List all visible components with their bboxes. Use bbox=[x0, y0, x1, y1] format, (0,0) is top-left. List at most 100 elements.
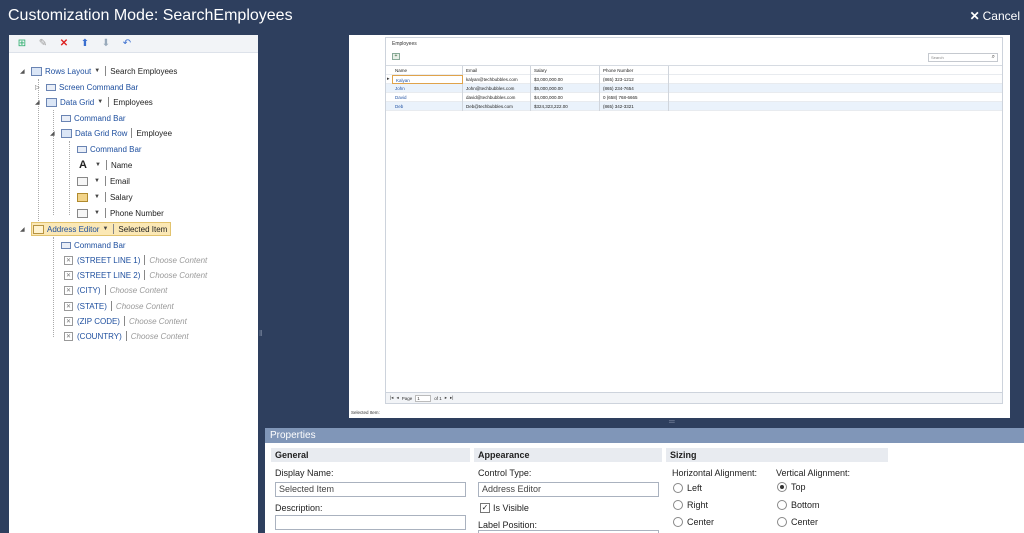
page-number-input[interactable]: 1 bbox=[415, 394, 432, 402]
rows-layout-icon bbox=[31, 66, 42, 76]
remove-icon[interactable]: ✕ bbox=[64, 270, 73, 280]
tree-node-street-line-2[interactable]: ✕ (STREET LINE 2) Choose Content bbox=[64, 268, 207, 282]
tree-node-city[interactable]: ✕ (CITY) Choose Content bbox=[64, 283, 167, 297]
move-up-icon[interactable]: ⬆ bbox=[79, 38, 91, 50]
chevron-down-icon[interactable]: ▼ bbox=[94, 210, 100, 216]
display-name-field[interactable]: Selected Item bbox=[275, 482, 466, 497]
column-header[interactable]: Phone Number bbox=[600, 66, 669, 75]
command-bar-icon bbox=[46, 83, 56, 91]
control-type-label[interactable]: Rows Layout bbox=[45, 67, 91, 76]
expand-caret[interactable]: ▷ bbox=[35, 84, 41, 91]
remove-icon[interactable]: ✕ bbox=[64, 301, 73, 311]
choose-content-link[interactable]: Choose Content bbox=[129, 317, 187, 326]
control-type-label[interactable]: Data Grid Row bbox=[75, 129, 127, 138]
tree-node-address-command-bar[interactable]: Command Bar bbox=[61, 238, 126, 252]
page-label: Page bbox=[401, 395, 413, 401]
appearance-title: Appearance bbox=[474, 448, 662, 462]
radio-right[interactable] bbox=[673, 500, 683, 510]
tree-line bbox=[69, 141, 70, 215]
employees-grid: Name Email Salary Phone Number ▸ Kalyan … bbox=[386, 65, 1002, 111]
cell-name[interactable]: David bbox=[392, 93, 463, 102]
collapse-caret[interactable]: ◢ bbox=[20, 226, 26, 233]
vertical-splitter-grip[interactable]: ‖ bbox=[259, 329, 262, 338]
chevron-down-icon[interactable]: ▼ bbox=[94, 178, 100, 184]
add-item-icon[interactable]: ⊞ bbox=[16, 38, 28, 50]
first-page-icon[interactable]: |◂ bbox=[390, 395, 393, 401]
tree-node-address-editor[interactable]: ◢ Address Editor ▼ Selected Item bbox=[20, 222, 172, 236]
delete-icon[interactable]: ✕ bbox=[58, 38, 70, 50]
chevron-down-icon[interactable]: ▼ bbox=[94, 68, 100, 74]
choose-content-link[interactable]: Choose Content bbox=[110, 286, 168, 295]
add-icon[interactable]: + bbox=[392, 53, 400, 60]
collapse-caret[interactable]: ◢ bbox=[35, 99, 41, 106]
description-field[interactable] bbox=[275, 515, 466, 530]
cell-salary: $5,000,000.00 bbox=[531, 84, 600, 93]
column-header[interactable]: Name bbox=[392, 66, 463, 75]
cell-email: John@techbubbles.com bbox=[463, 84, 531, 93]
collapse-caret[interactable]: ◢ bbox=[50, 130, 56, 137]
chevron-down-icon[interactable]: ▼ bbox=[95, 162, 101, 168]
cell-name[interactable]: John bbox=[392, 84, 463, 93]
cancel-button[interactable]: ✕ Cancel bbox=[970, 9, 1020, 23]
tree-node-state[interactable]: ✕ (STATE) Choose Content bbox=[64, 299, 174, 313]
tree-node-grid-command-bar[interactable]: Command Bar bbox=[61, 111, 126, 125]
chevron-down-icon[interactable]: ▼ bbox=[94, 194, 100, 200]
collapse-caret[interactable]: ◢ bbox=[20, 68, 26, 75]
search-input[interactable]: Search ⌕ bbox=[928, 53, 998, 62]
horizontal-splitter-grip[interactable]: ═ bbox=[669, 418, 675, 426]
search-placeholder: Search bbox=[931, 55, 944, 60]
cell-email: kalyan@techbubbles.com bbox=[463, 75, 531, 84]
last-page-icon[interactable]: ▸| bbox=[450, 395, 453, 401]
node-name: Salary bbox=[109, 192, 133, 202]
tree-node-data-grid[interactable]: ◢ Data Grid ▼ Employees bbox=[35, 95, 153, 109]
radio-center[interactable] bbox=[673, 517, 683, 527]
cell-name[interactable]: Kalyan bbox=[392, 75, 463, 84]
node-label: (COUNTRY) bbox=[77, 331, 122, 341]
radio-left[interactable] bbox=[673, 483, 683, 493]
table-row[interactable]: ▸ Kalyan kalyan@techbubbles.com $3,000,0… bbox=[386, 75, 1002, 84]
selected-node-highlight[interactable]: Address Editor ▼ Selected Item bbox=[31, 222, 172, 236]
is-visible-checkbox[interactable]: ✓ bbox=[480, 503, 490, 513]
chevron-down-icon[interactable]: ▼ bbox=[97, 99, 103, 105]
table-row[interactable]: David david@techbubbles.com $4,000,000.0… bbox=[386, 93, 1002, 102]
radio-top[interactable] bbox=[777, 482, 787, 492]
move-down-icon[interactable]: ⬇ bbox=[100, 38, 112, 50]
choose-content-link[interactable]: Choose Content bbox=[149, 256, 207, 265]
choose-content-link[interactable]: Choose Content bbox=[131, 332, 189, 341]
remove-icon[interactable]: ✕ bbox=[64, 255, 73, 265]
tree-node-data-grid-row[interactable]: ◢ Data Grid Row Employee bbox=[50, 126, 172, 140]
control-type-label[interactable]: Address Editor bbox=[47, 225, 99, 234]
tree-node-field-name[interactable]: A ▼ Name bbox=[77, 158, 132, 172]
radio-bottom[interactable] bbox=[777, 500, 787, 510]
remove-icon[interactable]: ✕ bbox=[64, 285, 73, 295]
column-header[interactable]: Salary bbox=[531, 66, 600, 75]
prev-page-icon[interactable]: ◂ bbox=[396, 395, 398, 401]
choose-content-link[interactable]: Choose Content bbox=[149, 271, 207, 280]
control-type-label[interactable]: Data Grid bbox=[60, 98, 94, 107]
reset-icon[interactable]: ↶ bbox=[121, 38, 133, 50]
money-icon bbox=[77, 192, 88, 202]
tree-node-zip-code[interactable]: ✕ (ZIP CODE) Choose Content bbox=[64, 314, 187, 328]
edit-item-icon[interactable]: ✎ bbox=[37, 38, 49, 50]
chevron-down-icon[interactable]: ▼ bbox=[102, 226, 108, 232]
control-type-field[interactable]: Address Editor bbox=[478, 482, 659, 497]
tree-node-screen-command-bar[interactable]: ▷ Screen Command Bar bbox=[35, 80, 138, 94]
tree-node-field-phone[interactable]: ▼ Phone Number bbox=[77, 206, 164, 220]
tree-node-country[interactable]: ✕ (COUNTRY) Choose Content bbox=[64, 329, 189, 343]
remove-icon[interactable]: ✕ bbox=[64, 331, 73, 341]
tree-node-rows-layout[interactable]: ◢ Rows Layout ▼ Search Employees bbox=[20, 64, 177, 78]
horizontal-alignment-label: Horizontal Alignment: bbox=[672, 468, 758, 478]
data-grid-row-icon bbox=[61, 128, 72, 138]
tree-node-street-line-1[interactable]: ✕ (STREET LINE 1) Choose Content bbox=[64, 253, 207, 267]
tree-node-row-command-bar[interactable]: Command Bar bbox=[77, 142, 142, 156]
column-header[interactable]: Email bbox=[463, 66, 531, 75]
remove-icon[interactable]: ✕ bbox=[64, 316, 73, 326]
table-row[interactable]: Deb Deb@techbubbles.com $324,323,222.00 … bbox=[386, 102, 1002, 111]
radio-vcenter[interactable] bbox=[777, 517, 787, 527]
choose-content-link[interactable]: Choose Content bbox=[116, 302, 174, 311]
cell-name[interactable]: Deb bbox=[392, 102, 463, 111]
next-page-icon[interactable]: ▸ bbox=[445, 395, 447, 401]
tree-node-field-salary[interactable]: ▼ Salary bbox=[77, 190, 133, 204]
tree-node-field-email[interactable]: ▼ Email bbox=[77, 174, 130, 188]
table-row[interactable]: John John@techbubbles.com $5,000,000.00 … bbox=[386, 84, 1002, 93]
